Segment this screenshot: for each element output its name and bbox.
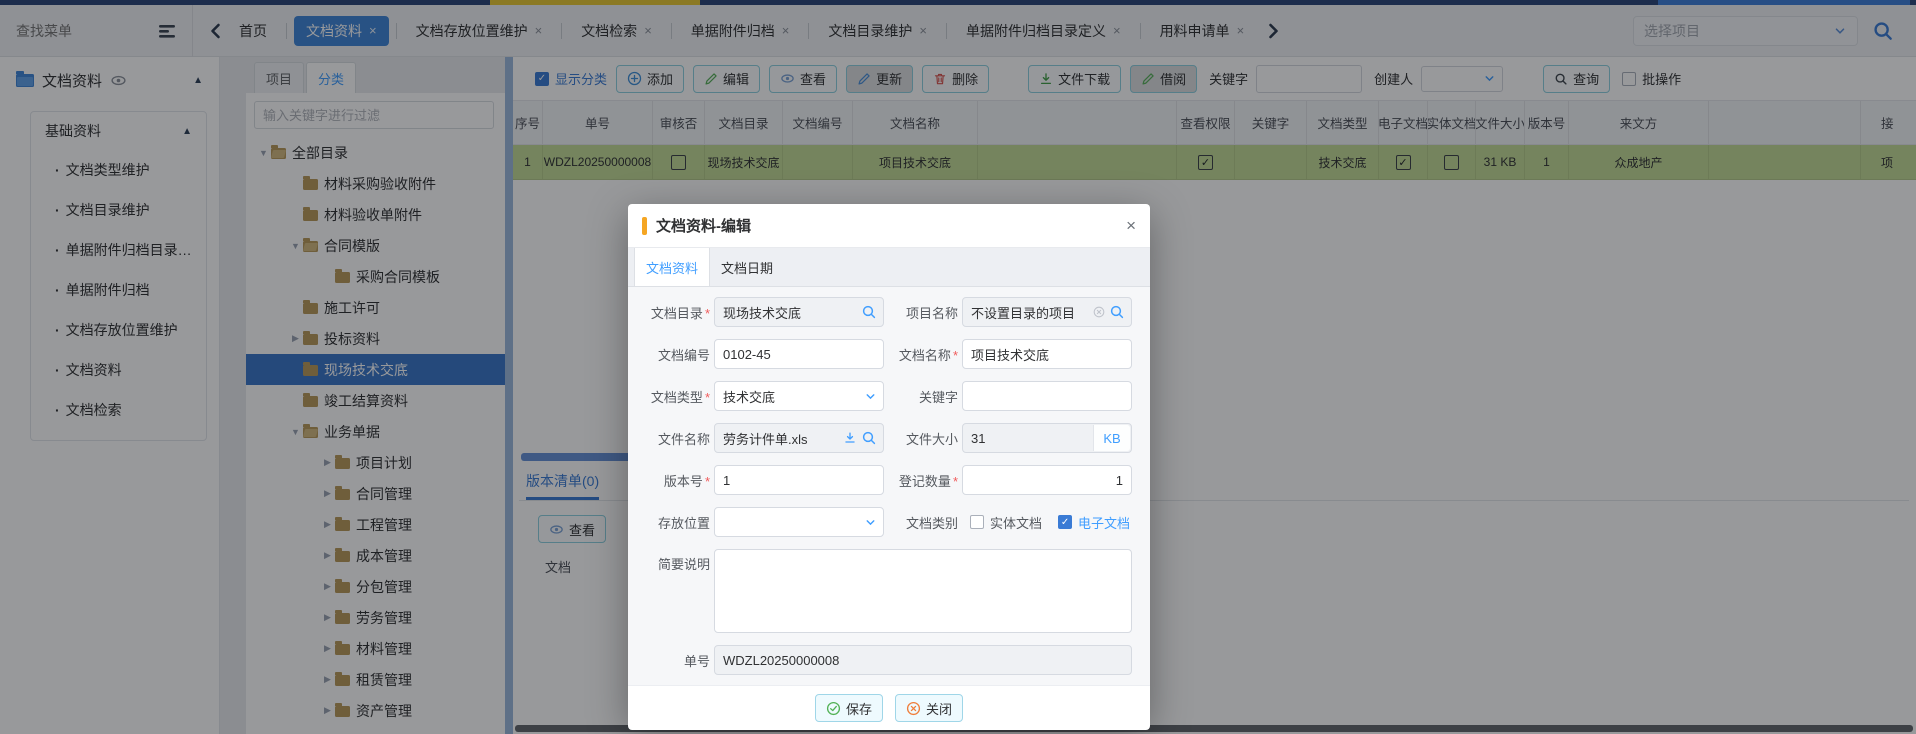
chevron-down-icon <box>864 390 877 403</box>
file-size-unit: KB <box>1093 425 1130 451</box>
register-qty-field[interactable] <box>962 465 1132 495</box>
dialog-footer: 保存 关闭 <box>628 685 1150 730</box>
brief-label: 简要说明 <box>646 549 710 573</box>
doc-catalog-label: 文档目录* <box>646 303 710 322</box>
doc-name-label: 文档名称* <box>896 345 958 364</box>
physical-doc-label: 实体文档 <box>990 513 1042 532</box>
download-icon[interactable] <box>843 431 857 445</box>
brief-textarea[interactable] <box>714 549 1132 633</box>
dialog-tab-inactive[interactable]: 文档日期 <box>710 248 784 286</box>
doc-catalog-field[interactable] <box>714 297 884 327</box>
electronic-doc-checkbox[interactable] <box>1058 515 1072 529</box>
doc-no-field[interactable] <box>714 339 884 369</box>
project-name-field[interactable] <box>962 297 1132 327</box>
dialog-close-icon[interactable]: × <box>1126 217 1136 234</box>
bill-no-field <box>714 645 1132 675</box>
dialog-title: 文档资料-编辑 <box>656 215 751 236</box>
version-field[interactable] <box>714 465 884 495</box>
keyword-label: 关键字 <box>896 387 958 406</box>
file-name-field[interactable] <box>714 423 884 453</box>
file-size-field: KB <box>962 423 1132 453</box>
title-marker-icon <box>642 217 647 235</box>
doc-category-label: 文档类别 <box>896 513 958 532</box>
x-circle-icon <box>906 701 921 716</box>
location-label: 存放位置 <box>646 513 710 532</box>
search-icon[interactable] <box>1109 304 1125 320</box>
file-name-label: 文件名称 <box>646 429 710 448</box>
dialog-form: 文档目录* 项目名称 文档编号 <box>628 287 1150 685</box>
bill-no-label: 单号 <box>646 651 710 670</box>
electronic-doc-label: 电子文档 <box>1078 513 1130 532</box>
file-size-label: 文件大小 <box>896 429 958 448</box>
keyword-field[interactable] <box>962 381 1132 411</box>
location-select[interactable] <box>714 507 884 537</box>
doc-type-select[interactable] <box>714 381 884 411</box>
chevron-down-icon <box>864 516 877 529</box>
edit-document-dialog: 文档资料-编辑 × 文档资料文档日期 文档目录* 项目名称 <box>628 204 1150 722</box>
version-label: 版本号* <box>646 471 710 490</box>
dialog-tab-active[interactable]: 文档资料 <box>634 248 710 286</box>
close-button[interactable]: 关闭 <box>895 694 963 722</box>
dialog-titlebar: 文档资料-编辑 × <box>628 204 1150 248</box>
doc-name-field[interactable] <box>962 339 1132 369</box>
dialog-tabs: 文档资料文档日期 <box>628 248 1150 287</box>
doc-type-label: 文档类型* <box>646 387 710 406</box>
register-qty-label: 登记数量* <box>896 471 958 490</box>
project-name-label: 项目名称 <box>896 303 958 322</box>
physical-doc-checkbox[interactable] <box>970 515 984 529</box>
save-button[interactable]: 保存 <box>815 694 883 722</box>
check-circle-icon <box>826 701 841 716</box>
search-icon[interactable] <box>861 304 877 320</box>
doc-no-label: 文档编号 <box>646 345 710 364</box>
search-icon[interactable] <box>861 430 877 446</box>
clear-icon[interactable] <box>1093 306 1105 318</box>
